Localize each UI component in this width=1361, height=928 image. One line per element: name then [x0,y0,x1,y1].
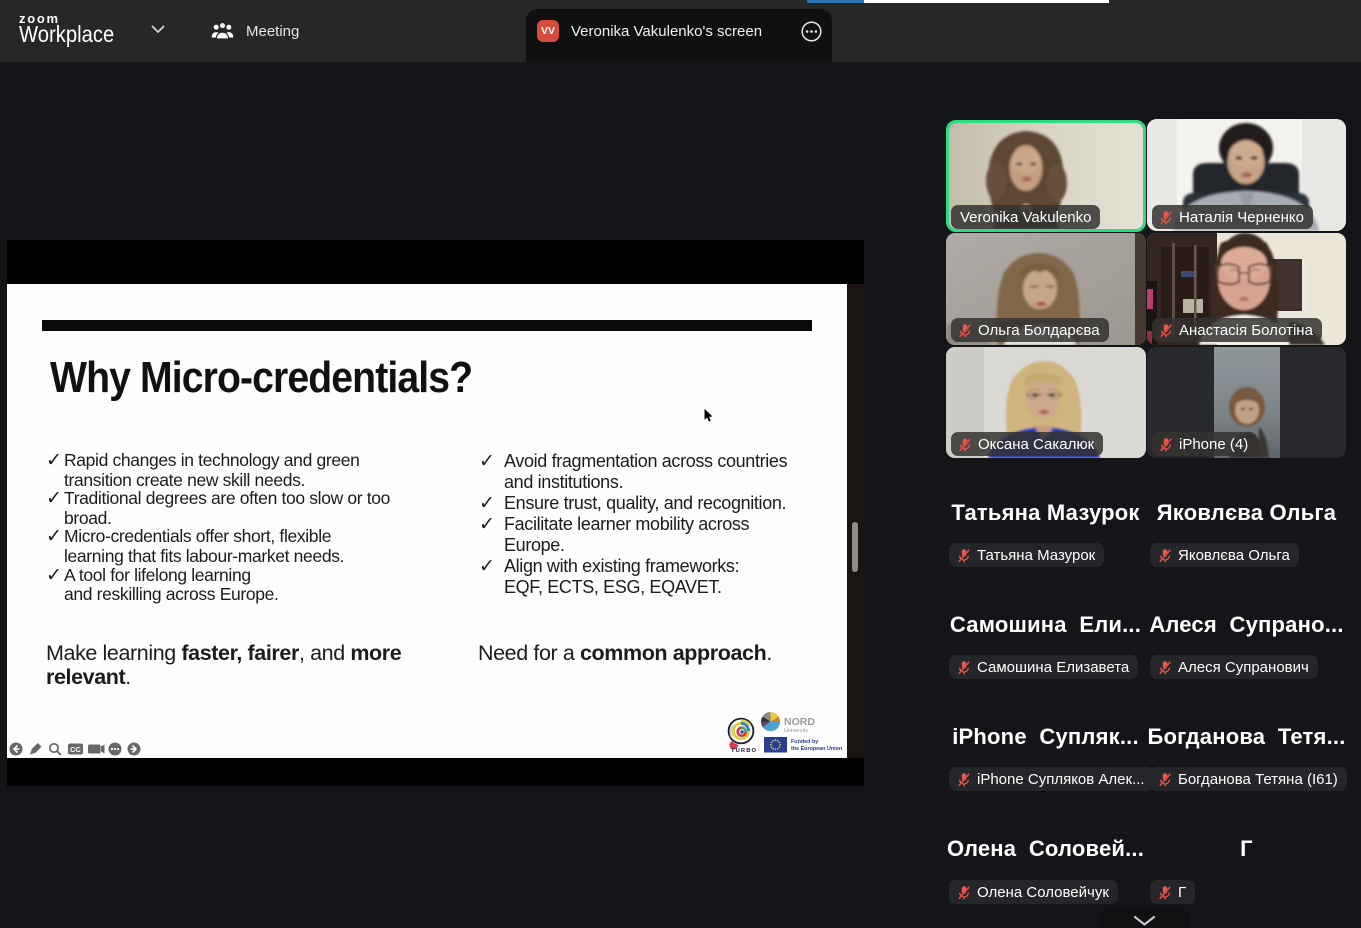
svg-text:the European Union: the European Union [791,746,842,752]
svg-text:NORD: NORD [784,716,815,728]
svg-text:TURBO: TURBO [731,748,757,754]
svg-text:University: University [784,728,808,734]
svg-text:Funded by: Funded by [791,739,818,745]
svg-text:CC: CC [70,745,81,754]
